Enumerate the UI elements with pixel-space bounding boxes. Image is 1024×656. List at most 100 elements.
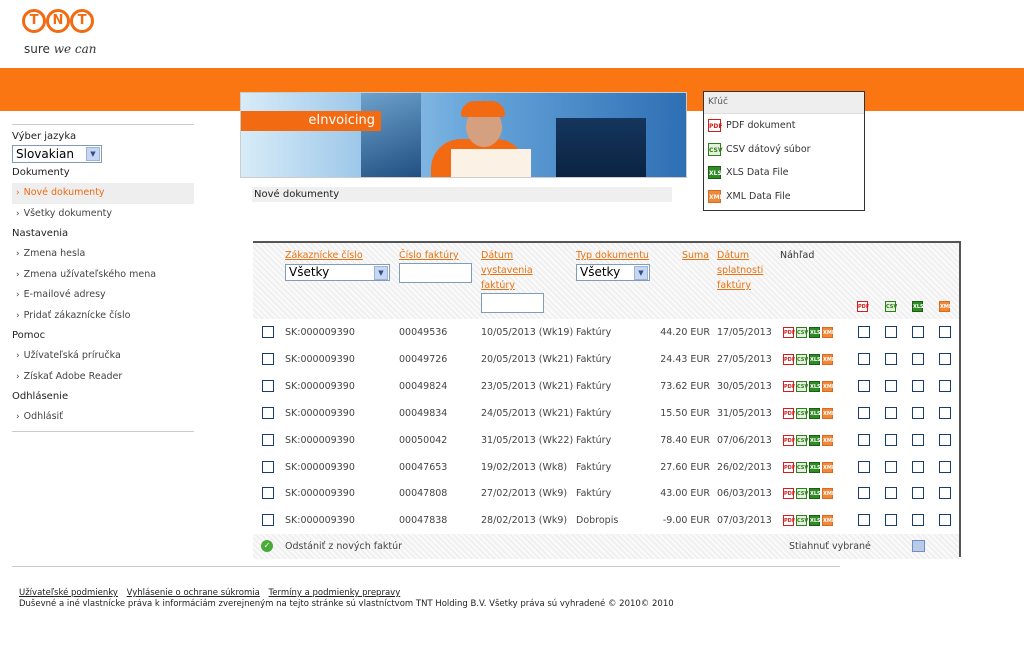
pdf-icon[interactable]: PDF bbox=[783, 434, 795, 446]
pdf-icon[interactable]: PDF bbox=[783, 407, 795, 419]
csv-icon[interactable]: CSV bbox=[796, 461, 808, 473]
chevron-down-icon[interactable]: ▼ bbox=[634, 266, 648, 280]
csv-download-checkbox[interactable] bbox=[885, 514, 897, 527]
pdf-download-checkbox[interactable] bbox=[858, 379, 870, 392]
sidebar-item-adobe-reader[interactable]: › Získať Adobe Reader bbox=[12, 367, 194, 388]
footer-link-shipping-terms[interactable]: Termíny a podmienky prepravy bbox=[269, 588, 401, 598]
invoice-number-filter-input[interactable] bbox=[399, 263, 472, 283]
xml-icon[interactable]: XML bbox=[939, 301, 952, 312]
sidebar-item-user-guide[interactable]: › Užívateľská príručka bbox=[12, 346, 194, 367]
xls-download-checkbox[interactable] bbox=[912, 514, 924, 527]
csv-download-checkbox[interactable] bbox=[885, 352, 897, 365]
pdf-icon[interactable]: PDF bbox=[783, 380, 795, 392]
xml-icon[interactable]: XML bbox=[822, 380, 835, 392]
cell-invoice-number[interactable]: 00049536 bbox=[399, 319, 447, 346]
xls-icon[interactable]: XLS bbox=[912, 301, 924, 312]
row-select-checkbox[interactable] bbox=[262, 514, 274, 527]
header-issue-date[interactable]: Dátum vystavenia faktúry bbox=[481, 248, 553, 293]
cell-invoice-number[interactable]: 00047653 bbox=[399, 454, 447, 481]
sidebar-item-all-documents[interactable]: › Všetky dokumenty bbox=[12, 204, 194, 225]
sidebar-item-new-documents[interactable]: › Nové dokumenty bbox=[12, 183, 194, 204]
csv-download-checkbox[interactable] bbox=[885, 326, 897, 338]
xls-icon[interactable]: XLS bbox=[809, 461, 821, 473]
sidebar-item-change-username[interactable]: › Zmena užívateľského mena bbox=[12, 265, 194, 286]
xml-download-checkbox[interactable] bbox=[939, 352, 951, 365]
pdf-download-checkbox[interactable] bbox=[858, 326, 870, 338]
sidebar-item-change-password[interactable]: › Zmena hesla bbox=[12, 244, 194, 265]
xml-icon[interactable]: XML bbox=[822, 461, 835, 473]
checkmark-icon[interactable]: ✓ bbox=[261, 540, 273, 552]
pdf-icon[interactable]: PDF bbox=[857, 301, 869, 312]
xls-icon[interactable]: XLS bbox=[809, 327, 821, 338]
csv-icon[interactable]: CSV bbox=[796, 515, 808, 527]
xml-download-checkbox[interactable] bbox=[939, 514, 951, 527]
chevron-down-icon[interactable]: ▼ bbox=[374, 266, 388, 280]
csv-icon[interactable]: CSV bbox=[796, 380, 808, 392]
csv-icon[interactable]: CSV bbox=[885, 301, 897, 312]
sidebar-item-add-customer-number[interactable]: › Pridať zákaznícke číslo bbox=[12, 306, 194, 327]
xls-download-checkbox[interactable] bbox=[912, 460, 924, 473]
pdf-icon[interactable]: PDF bbox=[783, 461, 795, 473]
pdf-icon[interactable]: PDF bbox=[783, 327, 795, 338]
document-type-filter-select[interactable]: Všetky ▼ bbox=[576, 264, 650, 281]
cell-invoice-number[interactable]: 00049824 bbox=[399, 373, 447, 400]
sidebar-item-email-addresses[interactable]: › E-mailové adresy bbox=[12, 285, 194, 306]
pdf-download-checkbox[interactable] bbox=[858, 460, 870, 473]
header-invoice-number[interactable]: Číslo faktúry bbox=[399, 248, 459, 263]
pdf-download-checkbox[interactable] bbox=[858, 433, 870, 446]
pdf-icon[interactable]: PDF bbox=[783, 515, 795, 527]
csv-icon[interactable]: CSV bbox=[796, 407, 808, 419]
row-select-checkbox[interactable] bbox=[262, 433, 274, 446]
language-select[interactable]: Slovakian ▼ bbox=[12, 145, 102, 163]
header-due-date[interactable]: Dátum splatnosti faktúry bbox=[717, 248, 773, 293]
pdf-download-checkbox[interactable] bbox=[858, 487, 870, 500]
row-select-checkbox[interactable] bbox=[262, 326, 274, 338]
xls-icon[interactable]: XLS bbox=[809, 353, 821, 365]
issue-date-filter-input[interactable] bbox=[481, 293, 544, 313]
xml-download-checkbox[interactable] bbox=[939, 433, 951, 446]
cell-invoice-number[interactable]: 00049834 bbox=[399, 400, 447, 427]
xml-icon[interactable]: XML bbox=[822, 488, 835, 500]
csv-icon[interactable]: CSV bbox=[796, 353, 808, 365]
xls-download-checkbox[interactable] bbox=[912, 487, 924, 500]
xls-download-checkbox[interactable] bbox=[912, 433, 924, 446]
xml-icon[interactable]: XML bbox=[822, 434, 835, 446]
csv-icon[interactable]: CSV bbox=[796, 434, 808, 446]
row-select-checkbox[interactable] bbox=[262, 352, 274, 365]
header-document-type[interactable]: Typ dokumentu bbox=[576, 248, 649, 263]
xls-icon[interactable]: XLS bbox=[809, 380, 821, 392]
cell-invoice-number[interactable]: 00050042 bbox=[399, 427, 447, 454]
download-selected-icon[interactable] bbox=[912, 540, 925, 552]
csv-download-checkbox[interactable] bbox=[885, 460, 897, 473]
pdf-download-checkbox[interactable] bbox=[858, 406, 870, 419]
header-customer-number[interactable]: Zákaznícke číslo bbox=[285, 248, 363, 263]
xml-icon[interactable]: XML bbox=[822, 353, 835, 365]
csv-download-checkbox[interactable] bbox=[885, 406, 897, 419]
row-select-checkbox[interactable] bbox=[262, 406, 274, 419]
xls-download-checkbox[interactable] bbox=[912, 352, 924, 365]
xml-download-checkbox[interactable] bbox=[939, 406, 951, 419]
pdf-icon[interactable]: PDF bbox=[783, 488, 795, 500]
csv-download-checkbox[interactable] bbox=[885, 433, 897, 446]
xml-icon[interactable]: XML bbox=[822, 327, 835, 338]
cell-invoice-number[interactable]: 00049726 bbox=[399, 346, 447, 373]
xls-icon[interactable]: XLS bbox=[809, 488, 821, 500]
csv-download-checkbox[interactable] bbox=[885, 379, 897, 392]
remove-from-new-link[interactable]: Odstániť z nových faktúr bbox=[285, 534, 402, 559]
pdf-download-checkbox[interactable] bbox=[858, 352, 870, 365]
xml-download-checkbox[interactable] bbox=[939, 326, 951, 338]
row-select-checkbox[interactable] bbox=[262, 379, 274, 392]
row-select-checkbox[interactable] bbox=[262, 460, 274, 473]
xls-icon[interactable]: XLS bbox=[809, 515, 821, 527]
sidebar-item-logout[interactable]: › Odhlásiť bbox=[12, 407, 194, 428]
csv-download-checkbox[interactable] bbox=[885, 487, 897, 500]
customer-filter-select[interactable]: Všetky ▼ bbox=[285, 264, 390, 281]
footer-link-privacy[interactable]: Vyhlásenie o ochrane súkromia bbox=[127, 588, 260, 598]
csv-icon[interactable]: CSV bbox=[796, 327, 808, 338]
xml-download-checkbox[interactable] bbox=[939, 460, 951, 473]
pdf-download-checkbox[interactable] bbox=[858, 514, 870, 527]
pdf-icon[interactable]: PDF bbox=[783, 353, 795, 365]
cell-invoice-number[interactable]: 00047808 bbox=[399, 480, 447, 507]
cell-invoice-number[interactable]: 00047838 bbox=[399, 507, 447, 534]
xml-icon[interactable]: XML bbox=[822, 515, 835, 527]
